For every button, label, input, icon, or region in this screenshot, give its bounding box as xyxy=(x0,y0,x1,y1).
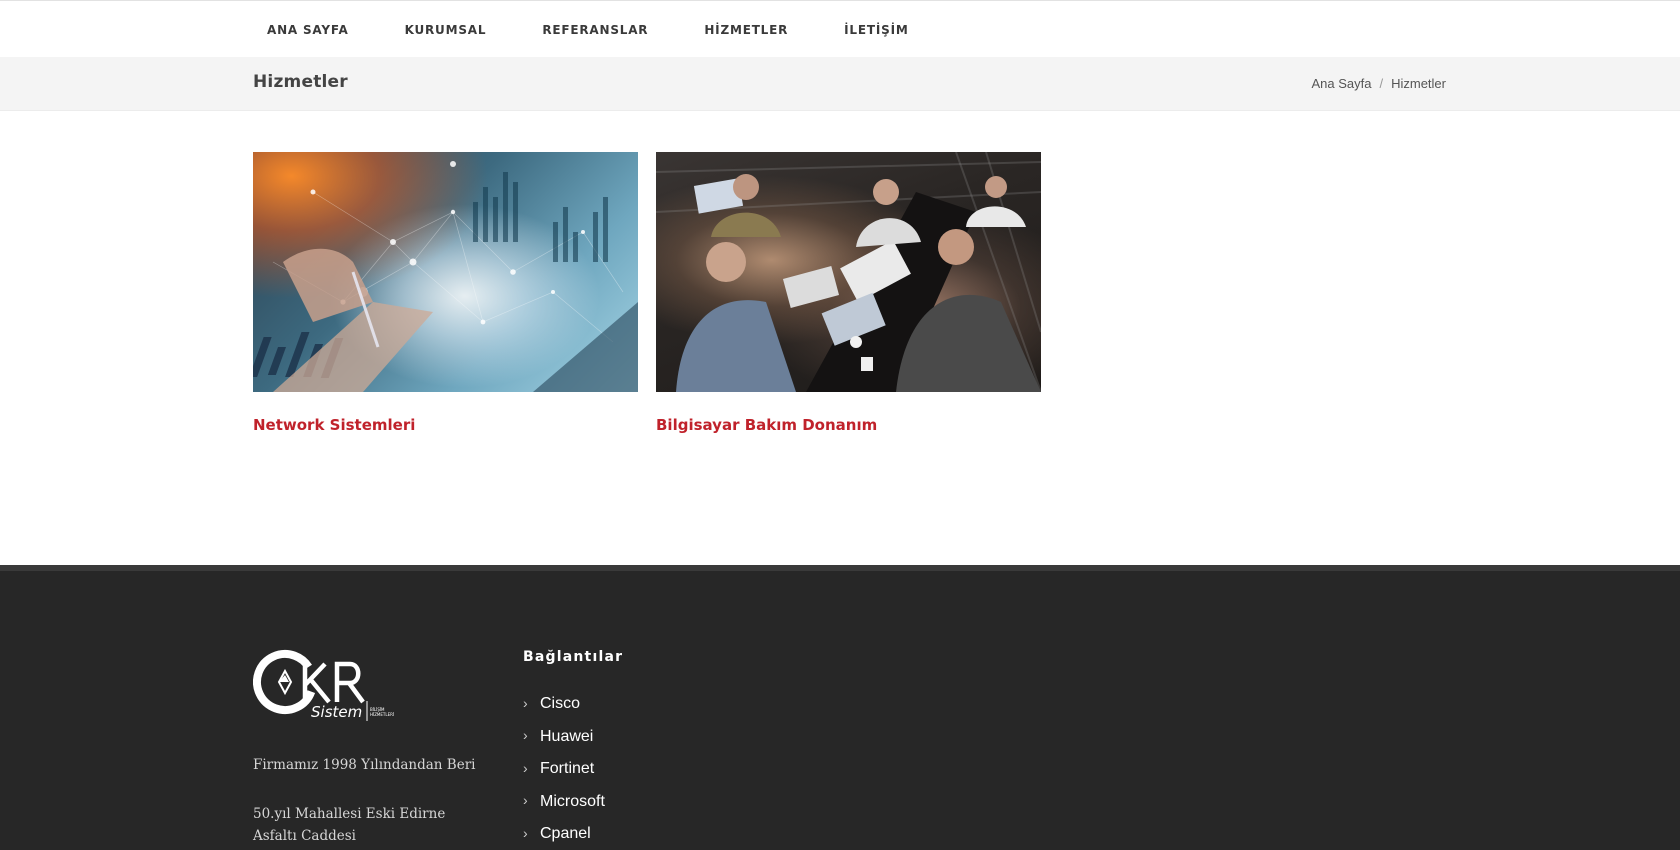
nav-link-corporate[interactable]: KURUMSAL xyxy=(392,23,500,37)
nav-link-services[interactable]: HİZMETLER xyxy=(691,23,801,37)
nav-item-contact: İLETİŞİM xyxy=(831,21,921,39)
footer-link-huawei[interactable]: Huawei xyxy=(540,728,593,746)
nav-item-home: ANA SAYFA xyxy=(253,21,362,39)
breadcrumb: Ana Sayfa / Hizmetler xyxy=(1311,76,1446,91)
about-text-founded: Firmamız 1998 Yılındandan Beri xyxy=(253,757,476,773)
ckr-sistem-logo[interactable]: Sistem BİLİŞİM HİZMETLERİ xyxy=(253,649,403,725)
page-title-bar: Hizmetler Ana Sayfa / Hizmetler xyxy=(0,57,1680,111)
nav-item-corporate: KURUMSAL xyxy=(392,21,500,39)
chevron-right-icon: › xyxy=(523,792,528,809)
site-footer: Sistem BİLİŞİM HİZMETLERİ Firmamız 1998 … xyxy=(0,565,1680,850)
footer-links-title: Bağlantılar xyxy=(523,649,624,665)
service-cards: Network Sistemleri Bilgisayar Bakım Dona… xyxy=(253,152,1059,434)
footer-link-microsoft[interactable]: Microsoft xyxy=(540,793,605,811)
chevron-right-icon: › xyxy=(523,824,528,841)
nav-item-references: REFERANSLAR xyxy=(529,21,661,39)
analytics-graph-illustration xyxy=(253,161,638,392)
about-text-address: 50.yıl Mahallesi Eski Edirne Asfaltı Cad… xyxy=(253,806,446,844)
service-title-network[interactable]: Network Sistemleri xyxy=(253,416,638,434)
footer-link-item: › Cisco xyxy=(523,688,623,721)
service-card-network: Network Sistemleri xyxy=(253,152,638,434)
footer-link-cpanel[interactable]: Cpanel xyxy=(540,825,591,843)
footer-link-fortinet[interactable]: Fortinet xyxy=(540,760,594,778)
page-title: Hizmetler xyxy=(253,72,348,92)
footer-link-item: › Huawei xyxy=(523,721,623,754)
chevron-right-icon: › xyxy=(523,727,528,744)
nav-link-home[interactable]: ANA SAYFA xyxy=(253,23,362,37)
breadcrumb-current: Hizmetler xyxy=(1391,76,1446,91)
footer-link-item: › Cpanel xyxy=(523,818,623,850)
analytics-graph-image[interactable] xyxy=(253,152,638,392)
footer-links: Bağlantılar › Cisco › Huawei › Fortinet › Mi… xyxy=(523,649,623,850)
breadcrumb-home[interactable]: Ana Sayfa xyxy=(1311,76,1371,91)
nav-item-services: HİZMETLER xyxy=(691,21,801,39)
footer-link-cisco[interactable]: Cisco xyxy=(540,695,580,713)
service-title-maintenance[interactable]: Bilgisayar Bakım Donanım xyxy=(656,416,1041,434)
main-navigation: ANA SAYFA KURUMSAL REFERANSLAR HİZMETLER… xyxy=(0,0,1680,57)
footer-link-item: › Fortinet xyxy=(523,753,623,786)
nav-menu: ANA SAYFA KURUMSAL REFERANSLAR HİZMETLER… xyxy=(253,1,952,58)
chevron-right-icon: › xyxy=(523,694,528,711)
logo-mark: Sistem BİLİŞİM HİZMETLERİ xyxy=(253,650,394,721)
service-card-maintenance: Bilgisayar Bakım Donanım xyxy=(656,152,1041,434)
breadcrumb-separator: / xyxy=(1379,76,1384,91)
meeting-illustration xyxy=(656,152,1041,392)
logo-subtext-2: HİZMETLERİ xyxy=(370,712,394,717)
footer-link-item: › Microsoft xyxy=(523,786,623,819)
nav-link-contact[interactable]: İLETİŞİM xyxy=(831,23,921,37)
footer-about: Firmamız 1998 Yılındandan Beri 50.yıl Ma… xyxy=(253,754,483,850)
nav-link-references[interactable]: REFERANSLAR xyxy=(529,23,661,37)
team-meeting-photo[interactable] xyxy=(656,152,1041,392)
chevron-right-icon: › xyxy=(523,759,528,776)
footer-links-list: › Cisco › Huawei › Fortinet › Microsoft › Cpa… xyxy=(523,688,623,850)
logo-wordmark: Sistem xyxy=(311,703,362,721)
